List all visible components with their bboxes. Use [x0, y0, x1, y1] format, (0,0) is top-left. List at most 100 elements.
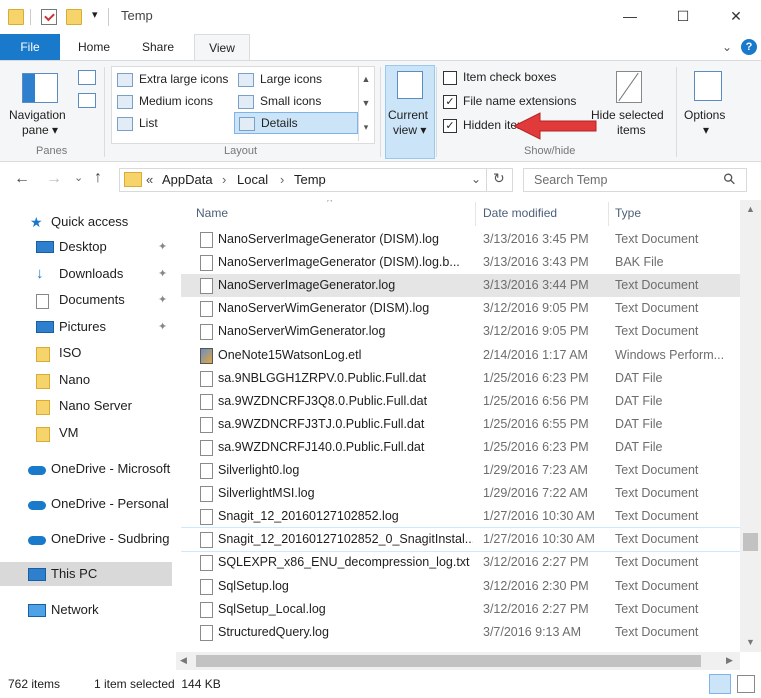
scrollbar-thumb[interactable]	[196, 655, 701, 667]
up-button[interactable]: ↑	[94, 169, 102, 187]
sidebar-item-nano-server[interactable]: Nano Server	[0, 394, 178, 418]
details-view-icon[interactable]	[709, 674, 731, 694]
list-option[interactable]: List	[117, 116, 158, 131]
nav-onedrive-personal[interactable]: OneDrive - Personal	[0, 492, 178, 516]
search-input[interactable]: Search Temp ⚲	[523, 168, 747, 192]
ribbon-tabs: File Home Share View ⌄ ?	[0, 34, 761, 61]
address-dropdown-icon[interactable]: ⌄	[471, 172, 481, 186]
help-icon[interactable]: ?	[741, 39, 757, 55]
hidden-items-checkbox[interactable]: ✓	[443, 119, 457, 133]
back-button[interactable]: ←	[14, 170, 30, 188]
table-row[interactable]: NanoServerImageGenerator (DISM).log.b...…	[181, 251, 740, 274]
nav-this-pc[interactable]: This PC	[0, 562, 172, 586]
extra-large-icons-option[interactable]: Extra large icons	[117, 72, 228, 87]
layout-scroll[interactable]: ▲ ▼ ▾	[358, 67, 373, 141]
forward-button[interactable]: →	[46, 170, 62, 188]
horizontal-scrollbar[interactable]: ◀ ▶	[176, 652, 740, 670]
maximize-button[interactable]: ☐	[661, 0, 705, 32]
scroll-down-icon[interactable]: ▼	[746, 637, 755, 647]
scroll-left-icon[interactable]: ◀	[180, 655, 187, 666]
table-row[interactable]: SqlSetup_Local.log 3/12/2016 2:27 PM Text …	[181, 598, 740, 621]
breadcrumb-local[interactable]: Local	[237, 172, 268, 187]
breadcrumb-appdata[interactable]: AppData	[162, 172, 213, 187]
navigation-pane-dropdown[interactable]: pane ▾	[22, 123, 58, 137]
nav-onedrive-microsoft[interactable]: OneDrive - Microsoft	[0, 457, 178, 481]
table-row[interactable]: NanoServerWimGenerator.log 3/12/2016 9:05…	[181, 320, 740, 343]
options-dropdown[interactable]: ▾	[703, 123, 709, 137]
item-check-boxes-checkbox[interactable]	[443, 71, 457, 85]
large-icons-view-icon[interactable]	[737, 675, 755, 693]
scroll-right-icon[interactable]: ▶	[726, 655, 733, 666]
navigation-pane-icon[interactable]	[22, 73, 58, 103]
sidebar-item-pictures[interactable]: Pictures ✦	[0, 315, 178, 339]
column-header-date[interactable]: Date modified	[483, 206, 557, 220]
tab-file[interactable]: File	[0, 34, 60, 60]
table-row[interactable]: NanoServerWimGenerator (DISM).log 3/12/20…	[181, 297, 740, 320]
properties-icon[interactable]	[41, 9, 57, 25]
sidebar-item-downloads[interactable]: ↓ Downloads ✦	[0, 262, 178, 286]
new-folder-icon[interactable]	[66, 9, 82, 25]
table-row[interactable]: sa.9WZDNCRFJ3Q8.0.Public.Full.dat 1/25/20…	[181, 390, 740, 413]
nav-onedrive-sudbring[interactable]: OneDrive - Sudbring	[0, 527, 178, 551]
column-header-name[interactable]: Name	[196, 206, 228, 220]
sidebar-item-nano[interactable]: Nano	[0, 368, 178, 392]
tab-view[interactable]: View	[194, 34, 250, 61]
tab-home[interactable]: Home	[66, 34, 122, 60]
nav-network[interactable]: Network	[0, 598, 178, 622]
recent-locations-button[interactable]: ⌄	[74, 171, 83, 184]
details-pane-icon[interactable]	[78, 93, 96, 108]
nav-quick-access[interactable]: ★ Quick access	[0, 210, 178, 234]
sidebar-item-desktop[interactable]: Desktop ✦	[0, 235, 178, 259]
table-row[interactable]: sa.9WZDNCRFJ3TJ.0.Public.Full.dat 1/25/20…	[181, 413, 740, 436]
file-name-extensions-label[interactable]: File name extensions	[463, 94, 576, 108]
search-icon[interactable]: ⚲	[719, 169, 740, 189]
table-row[interactable]: OneNote15WatsonLog.etl 2/14/2016 1:17 AM W…	[181, 344, 740, 367]
preview-pane-icon[interactable]	[78, 70, 96, 85]
table-row[interactable]: SqlSetup.log 3/12/2016 2:30 PM Text Docume…	[181, 575, 740, 598]
table-row[interactable]: Snagit_12_20160127102852.log 1/27/2016 10…	[181, 505, 740, 528]
breadcrumb-separator[interactable]: ›	[280, 172, 284, 187]
medium-icons-option[interactable]: Medium icons	[117, 94, 213, 109]
file-name-extensions-checkbox[interactable]: ✓	[443, 95, 457, 109]
collapse-ribbon-icon[interactable]: ⌄	[722, 40, 732, 54]
vertical-scrollbar[interactable]: ▲ ▼	[740, 200, 761, 652]
cell-type: Text Document	[615, 486, 699, 501]
table-row[interactable]: SilverlightMSI.log 1/29/2016 7:22 AM Text …	[181, 482, 740, 505]
table-row[interactable]: SQLEXPR_x86_ENU_decompression_log.txt 3/1…	[181, 551, 740, 574]
table-row[interactable]: NanoServerImageGenerator (DISM).log 3/13/…	[181, 228, 740, 251]
scrollbar-thumb[interactable]	[743, 533, 758, 551]
cell-name: SQLEXPR_x86_ENU_decompression_log.txt	[218, 555, 470, 570]
overflow-chevron[interactable]: «	[146, 172, 153, 187]
sidebar-item-iso[interactable]: ISO	[0, 341, 178, 365]
hide-selected-icon[interactable]	[616, 71, 642, 103]
options-icon[interactable]	[694, 71, 722, 101]
details-option[interactable]: Details	[234, 112, 358, 134]
address-bar[interactable]: « AppData › Local › Temp ⌄ ↻	[119, 168, 513, 192]
customize-toolbar-icon[interactable]: ▾	[92, 8, 98, 21]
table-row[interactable]: Silverlight0.log 1/29/2016 7:23 AM Text Do…	[181, 459, 740, 482]
table-row[interactable]: Snagit_12_20160127102852_0_SnagitInstal.…	[181, 527, 740, 553]
column-header-type[interactable]: Type	[615, 206, 641, 220]
nav-label: This PC	[51, 566, 98, 581]
options-label[interactable]: Options	[684, 108, 725, 122]
item-check-boxes-label[interactable]: Item check boxes	[463, 70, 556, 84]
small-icons-option[interactable]: Small icons	[238, 94, 321, 109]
hide-selected-label2[interactable]: items	[617, 123, 646, 137]
navigation-pane-label[interactable]: Navigation	[9, 108, 66, 122]
table-row[interactable]: sa.9WZDNCRFJ140.0.Public.Full.dat 1/25/20…	[181, 436, 740, 459]
minimize-button[interactable]: —	[608, 0, 652, 32]
refresh-icon[interactable]: ↻	[493, 170, 505, 187]
scroll-up-icon[interactable]: ▲	[746, 204, 755, 214]
status-bar: 762 items 1 item selected 144 KB	[0, 670, 761, 698]
tab-share[interactable]: Share	[130, 34, 186, 60]
sidebar-item-vm[interactable]: VM	[0, 421, 178, 445]
hide-selected-label[interactable]: Hide selected	[591, 108, 664, 122]
table-row[interactable]: sa.9NBLGGH1ZRPV.0.Public.Full.dat 1/25/20…	[181, 367, 740, 390]
breadcrumb-temp[interactable]: Temp	[294, 172, 326, 187]
large-icons-option[interactable]: Large icons	[238, 72, 322, 87]
table-row[interactable]: StructuredQuery.log 3/7/2016 9:13 AM Text …	[181, 621, 740, 644]
close-button[interactable]: ✕	[714, 0, 758, 32]
table-row[interactable]: NanoServerImageGenerator.log 3/13/2016 3:…	[181, 274, 740, 298]
breadcrumb-separator[interactable]: ›	[222, 172, 226, 187]
sidebar-item-documents[interactable]: Documents ✦	[0, 288, 178, 312]
